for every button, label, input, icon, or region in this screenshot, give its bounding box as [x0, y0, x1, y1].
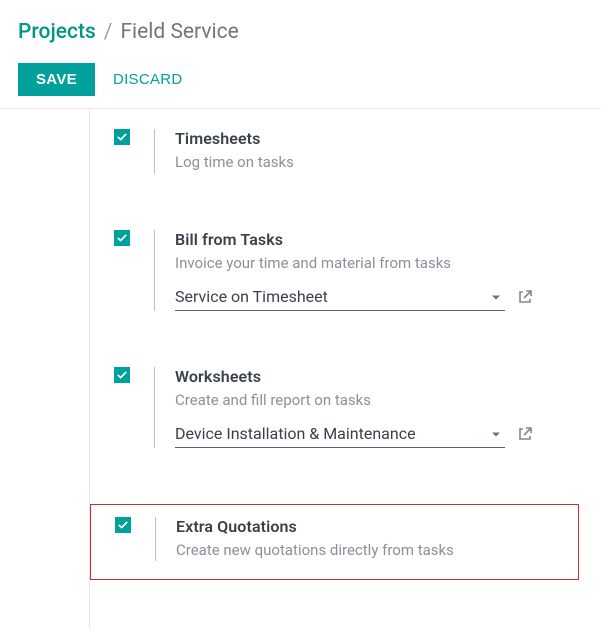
extra-quotations-checkbox[interactable] — [115, 517, 131, 533]
extra-quotations-desc: Create new quotations directly from task… — [176, 540, 572, 562]
external-link-icon[interactable] — [517, 289, 533, 305]
save-button[interactable]: SAVE — [18, 63, 95, 96]
check-icon — [116, 131, 128, 143]
option-divider — [154, 230, 155, 311]
check-icon — [116, 232, 128, 244]
breadcrumb-root-link[interactable]: Projects — [18, 18, 96, 47]
bill-title: Bill from Tasks — [175, 230, 585, 249]
timesheets-checkbox[interactable] — [114, 129, 130, 145]
breadcrumb-separator: / — [104, 18, 113, 47]
settings-content: Timesheets Log time on tasks Bill from T… — [90, 109, 601, 629]
option-timesheets: Timesheets Log time on tasks — [90, 129, 591, 174]
bill-product-select[interactable] — [175, 283, 505, 311]
option-divider — [154, 367, 155, 448]
worksheets-title: Worksheets — [175, 367, 585, 386]
option-bill-from-tasks: Bill from Tasks Invoice your time and ma… — [90, 230, 591, 311]
action-bar: SAVE DISCARD — [18, 63, 583, 96]
worksheet-template-select[interactable] — [175, 420, 505, 448]
timesheets-title: Timesheets — [175, 129, 585, 148]
check-icon — [116, 369, 128, 381]
option-divider — [154, 129, 155, 174]
discard-button[interactable]: DISCARD — [109, 63, 187, 96]
highlight-extra-quotations: Extra Quotations Create new quotations d… — [90, 504, 579, 581]
option-divider — [155, 517, 156, 562]
extra-quotations-title: Extra Quotations — [176, 517, 572, 536]
bill-desc: Invoice your time and material from task… — [175, 253, 585, 275]
left-gutter — [0, 109, 90, 629]
external-link-icon[interactable] — [517, 426, 533, 442]
bill-checkbox[interactable] — [114, 230, 130, 246]
worksheets-desc: Create and fill report on tasks — [175, 390, 585, 412]
breadcrumb: Projects / Field Service — [18, 18, 583, 47]
timesheets-desc: Log time on tasks — [175, 152, 585, 174]
check-icon — [117, 519, 129, 531]
worksheets-checkbox[interactable] — [114, 367, 130, 383]
breadcrumb-current: Field Service — [120, 18, 238, 47]
option-extra-quotations: Extra Quotations Create new quotations d… — [91, 517, 578, 562]
option-worksheets: Worksheets Create and fill report on tas… — [90, 367, 591, 448]
